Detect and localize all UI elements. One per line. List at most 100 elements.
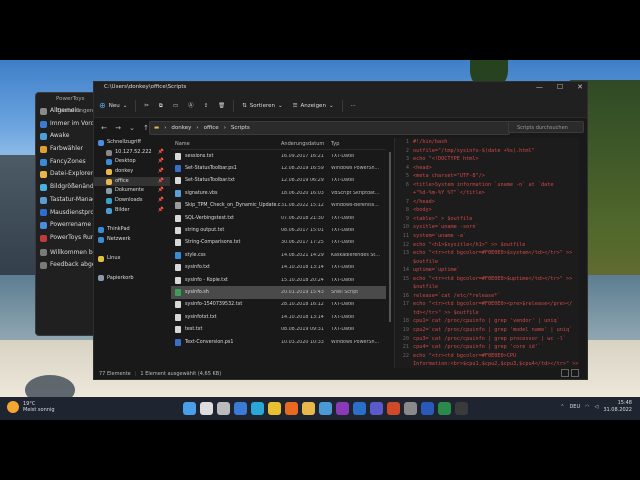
settings-icon[interactable] (404, 402, 417, 415)
scrollbar[interactable] (389, 152, 391, 322)
column-name[interactable]: Name (171, 141, 281, 147)
wifi-icon[interactable]: ◠ (585, 404, 589, 410)
nav-item[interactable]: 10.127.52.222 📌 (94, 148, 170, 158)
more-button[interactable]: ··· (346, 99, 361, 113)
nav-item[interactable]: donkey 📌 (94, 167, 170, 177)
chevron-down-icon[interactable]: ⌄ (125, 124, 139, 132)
file-row[interactable]: sysinfotxt.txt 14.10.2018 13:14 TXT-Datei (171, 311, 386, 323)
minimize-icon[interactable]: — (536, 83, 543, 91)
start-icon[interactable] (183, 402, 196, 415)
powertoys-item[interactable]: Bildgrößenänderung (36, 181, 98, 194)
powertoys-item[interactable]: Immer im Vordergrund (36, 118, 98, 131)
rename-button[interactable]: Ⓐ (183, 99, 199, 113)
nav-item[interactable]: Linux (94, 254, 170, 264)
title-bar[interactable]: C:\Users\donkey\office\Scripts — ☐ ✕ (94, 82, 587, 94)
file-row[interactable]: sysinfo - Kopie.txt 15.10.2018 20:24 TXT-D… (171, 274, 386, 286)
weather-widget[interactable]: 19°C Meist sonnig (7, 401, 55, 413)
nav-item[interactable]: Downloads 📌 (94, 196, 170, 206)
file-row[interactable]: style.css 14.08.2021 14:29 Kaskadierendes … (171, 249, 386, 261)
tiles-view-icon[interactable] (571, 369, 579, 377)
language-indicator[interactable]: DEU (569, 404, 580, 410)
paste-button[interactable]: ▭ (168, 99, 183, 113)
teams-icon[interactable] (370, 402, 383, 415)
nav-item[interactable]: Bilder 📌 (94, 206, 170, 216)
back-icon[interactable]: ← (97, 124, 111, 132)
outlook-icon[interactable] (353, 402, 366, 415)
powertoys-item[interactable]: Mausdienstprogramme (36, 207, 98, 220)
clock[interactable]: 15:48 31.08.2022 (603, 400, 632, 414)
onenote-icon[interactable] (336, 402, 349, 415)
breadcrumb-donkey[interactable]: donkey (171, 125, 191, 131)
code-line: 9 <table>" > $outfile (395, 215, 579, 224)
column-type[interactable]: Typ (331, 141, 386, 147)
file-type: Windows PowerSh... (331, 339, 380, 345)
powertoys-item[interactable]: Datei-Explorer (36, 168, 98, 181)
file-explorer-icon[interactable] (302, 402, 315, 415)
close-icon[interactable]: ✕ (577, 83, 583, 91)
file-row[interactable]: String-Comparisons.txt 30.06.2017 17:25 TX… (171, 237, 386, 249)
powertoys-window[interactable]: PowerToys Einstellungen Allgemein Immer i… (35, 92, 99, 336)
nav-item[interactable]: Dokumente 📌 (94, 186, 170, 196)
file-name-cell: sysinfo.sh (171, 288, 281, 296)
nav-item[interactable]: Netzwerk (94, 235, 170, 245)
cut-button[interactable]: ✂ (139, 99, 154, 113)
volume-icon[interactable]: ◁ (595, 404, 599, 410)
file-row[interactable]: signature.vbs 18.06.2020 16:03 VBScript Sk… (171, 187, 386, 199)
column-date[interactable]: Änderungsdatum (281, 141, 331, 147)
breadcrumb-scripts[interactable]: Scripts (231, 125, 250, 131)
share-button[interactable]: ⇪ (199, 99, 214, 113)
forward-icon[interactable]: → (111, 124, 125, 132)
search-input[interactable]: Scripts durchsuchen (508, 121, 584, 133)
sort-button[interactable]: ⇅ Sortieren ⌄ (237, 99, 287, 113)
powertoys-item[interactable]: PowerToys Run (36, 232, 98, 245)
powertoys-item[interactable]: FancyZones (36, 156, 98, 169)
edge-icon[interactable] (251, 402, 264, 415)
file-row[interactable]: sysinfo-1540739532.txt 28.10.2018 16:12 TX… (171, 299, 386, 311)
file-row[interactable]: string output.txt 08.06.2017 15:01 TXT-Dat… (171, 224, 386, 236)
terminal-icon[interactable] (455, 402, 468, 415)
nav-item[interactable]: Desktop 📌 (94, 157, 170, 167)
powertoys-item[interactable]: Awake (36, 130, 98, 143)
delete-button[interactable]: 🗑 (213, 99, 230, 113)
nav-item[interactable]: Schnellzugriff (94, 138, 170, 148)
address-bar[interactable]: ▬ › donkey › office › Scripts (149, 121, 510, 135)
search-icon[interactable] (200, 402, 213, 415)
view-button[interactable]: ☰ Anzeigen ⌄ (288, 99, 339, 113)
powertoys-item[interactable]: Farbwähler (36, 143, 98, 156)
excel-icon[interactable] (438, 402, 451, 415)
task-view-icon[interactable] (217, 402, 230, 415)
copy-button[interactable]: ⧉ (154, 99, 168, 113)
keyboard-icon (40, 196, 47, 204)
breadcrumb-office[interactable]: office (204, 125, 219, 131)
widgets-icon[interactable] (234, 402, 247, 415)
nav-item[interactable]: office 📌 (94, 176, 170, 187)
file-row[interactable]: Skip_TPM_Check_on_Dynamic_Update.cmd 31.0… (171, 200, 386, 212)
file-explorer-window[interactable]: C:\Users\donkey\office\Scripts — ☐ ✕ ⊕ N… (93, 81, 588, 380)
maximize-icon[interactable]: ☐ (557, 83, 563, 91)
details-view-icon[interactable] (561, 369, 569, 377)
chevron-up-icon[interactable]: ⌃ (560, 404, 564, 410)
file-row[interactable]: SQL-Verbingstest.txt 07.06.2018 21:30 TXT-… (171, 212, 386, 224)
file-row[interactable]: Text-Conversion.ps1 10.03.2020 10:33 Windo… (171, 336, 386, 348)
word-icon[interactable] (421, 402, 434, 415)
firefox-icon[interactable] (285, 402, 298, 415)
nav-item[interactable]: Papierkorb (94, 274, 170, 284)
pin-icon: 📌 (157, 206, 164, 213)
powertoys-item[interactable]: Powerrename (36, 219, 98, 232)
file-row[interactable]: sysinfo.txt 14.10.2018 13:14 TXT-Datei (171, 262, 386, 274)
file-row[interactable]: sessions.txt 16.09.2017 16:21 TXT-Datei (171, 150, 386, 162)
chrome-icon[interactable] (268, 402, 281, 415)
powertoys-item[interactable]: Tastatur-Manager (36, 194, 98, 207)
powertoys-item[interactable]: Feedback abgeben (36, 259, 98, 272)
powerpoint-icon[interactable] (387, 402, 400, 415)
file-row[interactable]: sysinfo.sh 20.01.2019 15:43 Shell Script (171, 286, 386, 299)
run-icon (40, 234, 47, 242)
nav-item[interactable]: ThinkPad (94, 225, 170, 235)
file-icon (175, 214, 181, 222)
file-row[interactable]: Set-StatusToolbar.txt 12.08.2019 06:29 TXT… (171, 175, 386, 187)
new-button[interactable]: ⊕ Neu ⌄ (94, 99, 132, 113)
powertoys-item[interactable]: Willkommen bei PowerToys (36, 247, 98, 260)
file-row[interactable]: Set-StatusToolbar.ps1 12.08.2019 16:59 Win… (171, 162, 386, 174)
store-icon[interactable] (319, 402, 332, 415)
file-row[interactable]: test.txt 08.08.2019 09:31 TXT-Datei (171, 323, 386, 335)
